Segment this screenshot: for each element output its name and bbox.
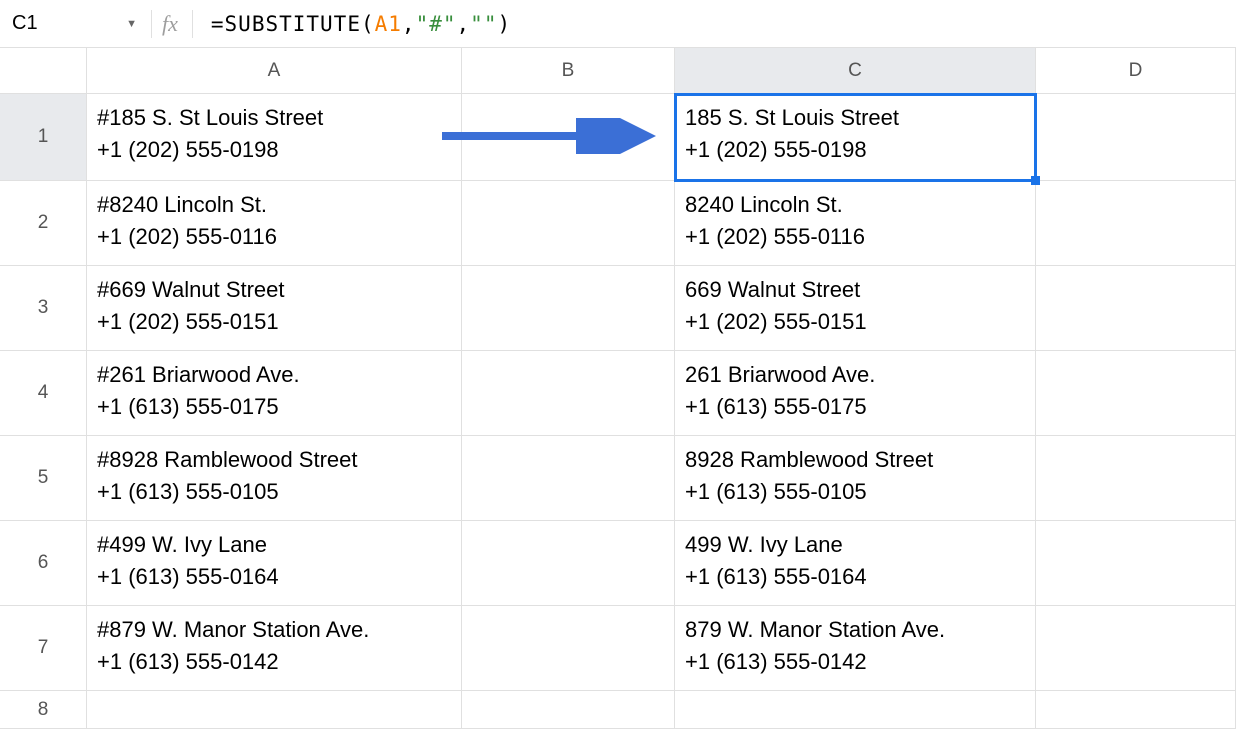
table-row: #8928 Ramblewood Street +1 (613) 555-010… xyxy=(87,436,1236,521)
cell-c1[interactable]: 185 S. St Louis Street +1 (202) 555-0198 xyxy=(675,94,1036,181)
cell-b7[interactable] xyxy=(462,606,675,691)
formula-function: =SUBSTITUTE xyxy=(211,12,361,36)
formula-cell-ref: A1 xyxy=(375,12,402,36)
column-header-b[interactable]: B xyxy=(462,48,675,94)
table-row xyxy=(87,691,1236,729)
row-header-8[interactable]: 8 xyxy=(0,691,87,729)
cell-d6[interactable] xyxy=(1036,521,1236,606)
formula-bar: C1 ▼ fx =SUBSTITUTE(A1,"#","") xyxy=(0,0,1236,48)
formula-comma: , xyxy=(402,12,416,36)
fx-icon: fx xyxy=(162,11,178,37)
formula-comma: , xyxy=(457,12,471,36)
table-row: #879 W. Manor Station Ave. +1 (613) 555-… xyxy=(87,606,1236,691)
row-header-5[interactable]: 5 xyxy=(0,436,87,521)
data-area: #185 S. St Louis Street +1 (202) 555-019… xyxy=(87,94,1236,729)
cell-b1[interactable] xyxy=(462,94,675,181)
table-row: #8240 Lincoln St. +1 (202) 555-0116 8240… xyxy=(87,181,1236,266)
cell-a8[interactable] xyxy=(87,691,462,729)
cell-d8[interactable] xyxy=(1036,691,1236,729)
cell-a4[interactable]: #261 Briarwood Ave. +1 (613) 555-0175 xyxy=(87,351,462,436)
cell-c5[interactable]: 8928 Ramblewood Street +1 (613) 555-0105 xyxy=(675,436,1036,521)
column-header-row: A B C D xyxy=(0,48,1236,94)
divider xyxy=(151,10,152,38)
row-header-4[interactable]: 4 xyxy=(0,351,87,436)
cell-a2[interactable]: #8240 Lincoln St. +1 (202) 555-0116 xyxy=(87,181,462,266)
cell-b4[interactable] xyxy=(462,351,675,436)
cell-c8[interactable] xyxy=(675,691,1036,729)
selection-handle[interactable] xyxy=(1031,176,1040,185)
name-box-value: C1 xyxy=(12,12,38,35)
cell-a3[interactable]: #669 Walnut Street +1 (202) 555-0151 xyxy=(87,266,462,351)
arrow-right-icon xyxy=(438,118,668,154)
cell-d4[interactable] xyxy=(1036,351,1236,436)
table-row: #261 Briarwood Ave. +1 (613) 555-0175 26… xyxy=(87,351,1236,436)
row-header-3[interactable]: 3 xyxy=(0,266,87,351)
table-row: #499 W. Ivy Lane +1 (613) 555-0164 499 W… xyxy=(87,521,1236,606)
formula-string-arg: "#" xyxy=(416,12,457,36)
spreadsheet-grid: 1 2 3 4 5 6 7 8 #185 S. St Louis Street … xyxy=(0,94,1236,729)
cell-c2[interactable]: 8240 Lincoln St. +1 (202) 555-0116 xyxy=(675,181,1036,266)
row-headers: 1 2 3 4 5 6 7 8 xyxy=(0,94,87,729)
formula-input[interactable]: =SUBSTITUTE(A1,"#","") xyxy=(211,12,511,36)
cell-a1[interactable]: #185 S. St Louis Street +1 (202) 555-019… xyxy=(87,94,462,181)
cell-a6[interactable]: #499 W. Ivy Lane +1 (613) 555-0164 xyxy=(87,521,462,606)
column-header-a[interactable]: A xyxy=(87,48,462,94)
column-header-c[interactable]: C xyxy=(675,48,1036,94)
name-box[interactable]: C1 ▼ xyxy=(0,12,145,35)
cell-d3[interactable] xyxy=(1036,266,1236,351)
row-header-6[interactable]: 6 xyxy=(0,521,87,606)
table-row: #185 S. St Louis Street +1 (202) 555-019… xyxy=(87,94,1236,181)
cell-b8[interactable] xyxy=(462,691,675,729)
cell-b5[interactable] xyxy=(462,436,675,521)
row-header-1[interactable]: 1 xyxy=(0,94,87,181)
row-header-7[interactable]: 7 xyxy=(0,606,87,691)
cell-c7[interactable]: 879 W. Manor Station Ave. +1 (613) 555-0… xyxy=(675,606,1036,691)
cell-d1[interactable] xyxy=(1036,94,1236,181)
cell-a5[interactable]: #8928 Ramblewood Street +1 (613) 555-010… xyxy=(87,436,462,521)
cell-c6[interactable]: 499 W. Ivy Lane +1 (613) 555-0164 xyxy=(675,521,1036,606)
divider xyxy=(192,10,193,38)
formula-paren-close: ) xyxy=(497,12,511,36)
cell-c3[interactable]: 669 Walnut Street +1 (202) 555-0151 xyxy=(675,266,1036,351)
cell-d5[interactable] xyxy=(1036,436,1236,521)
row-header-2[interactable]: 2 xyxy=(0,181,87,266)
cell-c4[interactable]: 261 Briarwood Ave. +1 (613) 555-0175 xyxy=(675,351,1036,436)
cell-b6[interactable] xyxy=(462,521,675,606)
formula-paren-open: ( xyxy=(361,12,375,36)
table-row: #669 Walnut Street +1 (202) 555-0151 669… xyxy=(87,266,1236,351)
select-all-corner[interactable] xyxy=(0,48,87,94)
cell-d2[interactable] xyxy=(1036,181,1236,266)
cell-a7[interactable]: #879 W. Manor Station Ave. +1 (613) 555-… xyxy=(87,606,462,691)
formula-string-arg: "" xyxy=(470,12,497,36)
cell-b3[interactable] xyxy=(462,266,675,351)
column-header-d[interactable]: D xyxy=(1036,48,1236,94)
chevron-down-icon[interactable]: ▼ xyxy=(126,18,137,30)
cell-d7[interactable] xyxy=(1036,606,1236,691)
cell-b2[interactable] xyxy=(462,181,675,266)
